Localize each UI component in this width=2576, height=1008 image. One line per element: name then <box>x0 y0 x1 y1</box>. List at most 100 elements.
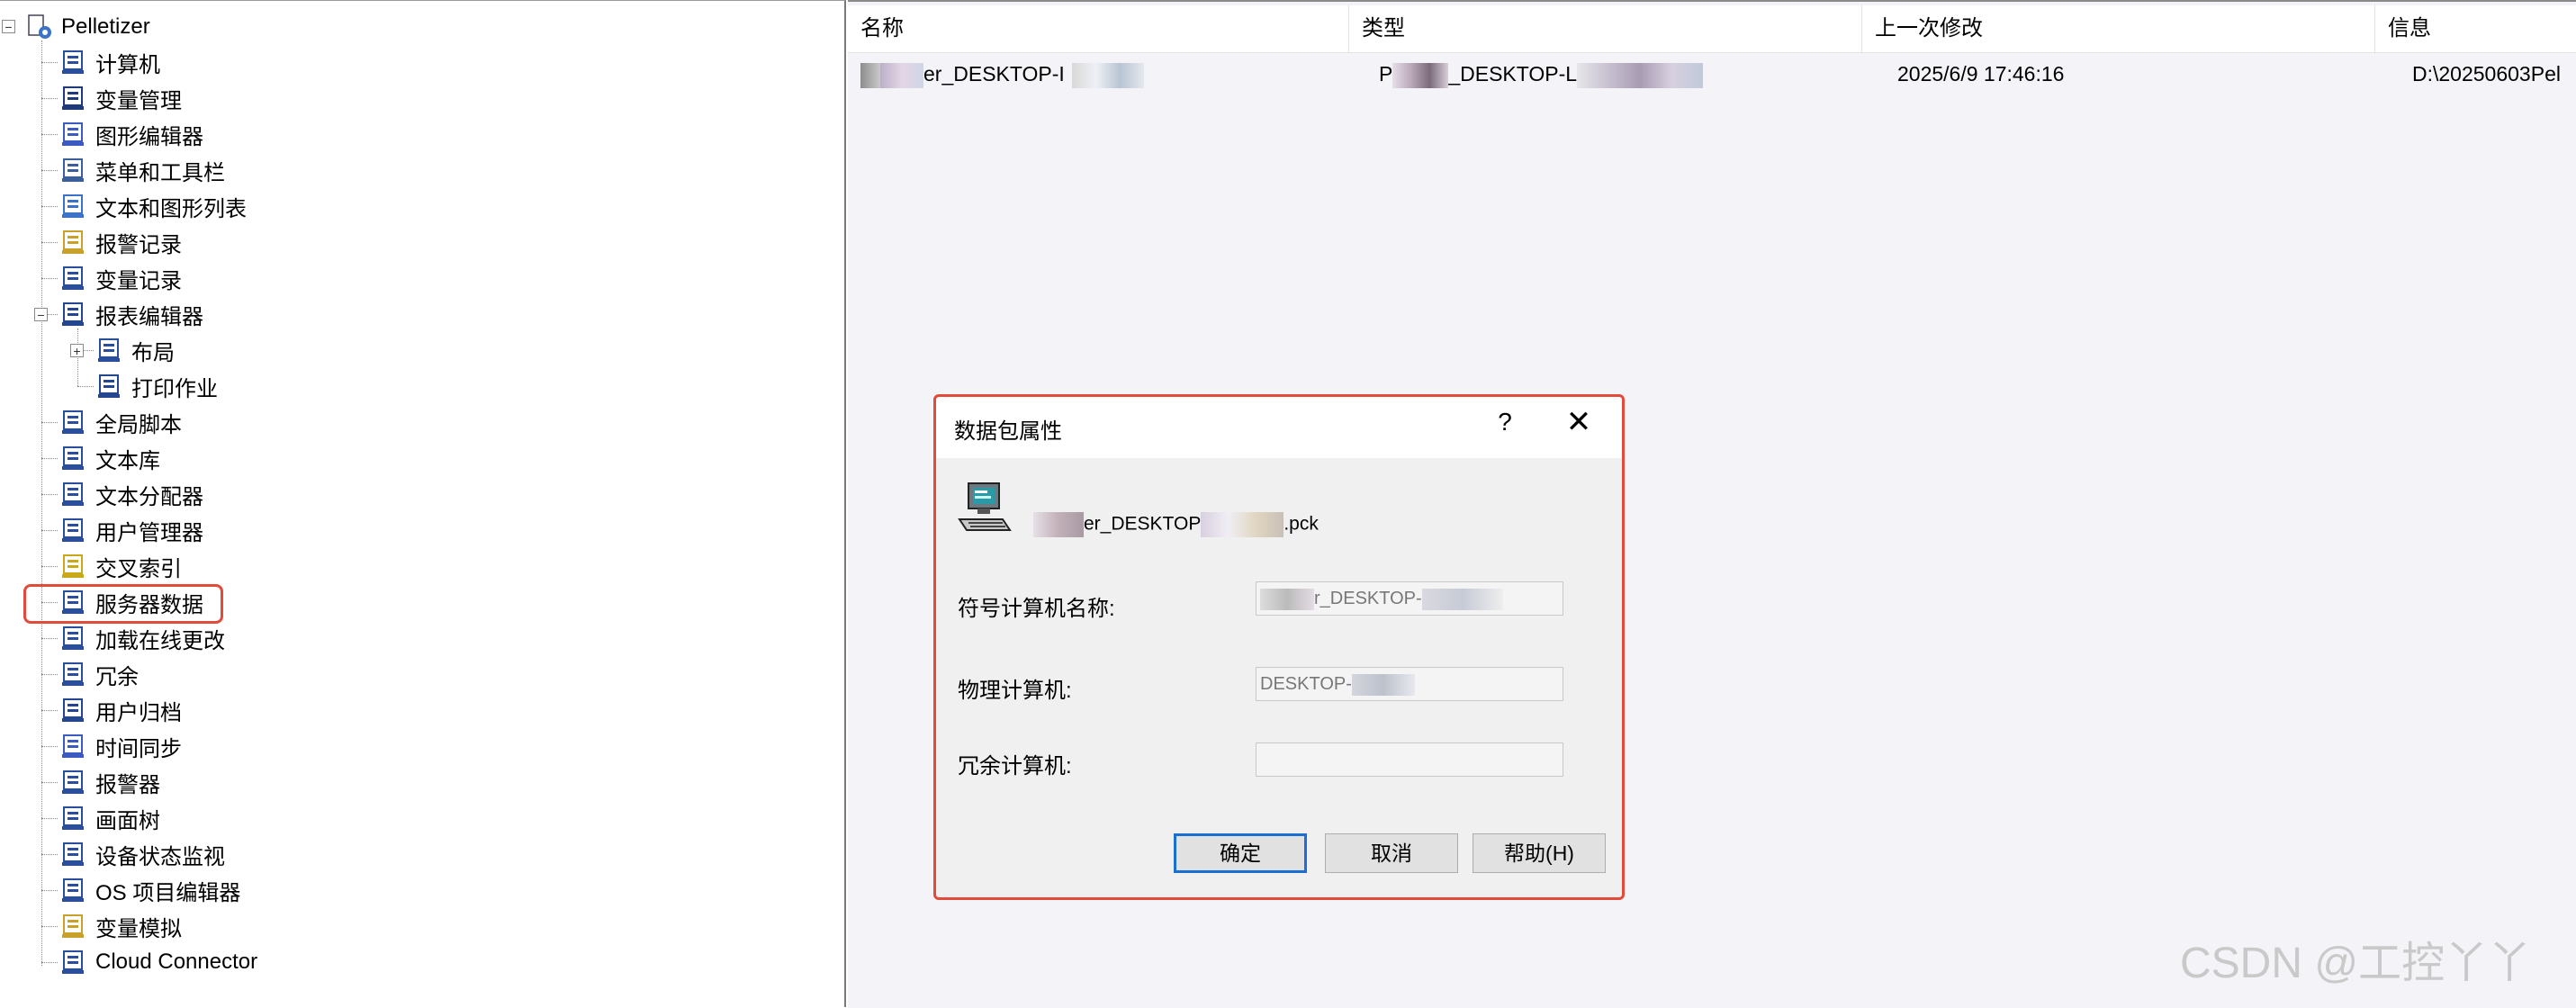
package-filename: er_DESKTOP .pck <box>1033 512 1319 537</box>
tree-item-label: 报表编辑器 <box>95 304 203 329</box>
tree-item[interactable]: 交叉索引 <box>59 548 182 584</box>
physical-computer-label: 物理计算机: <box>958 679 1072 703</box>
menu-toolbar-icon <box>59 156 88 184</box>
cross-reference-icon <box>59 552 88 580</box>
time-sync-icon <box>59 732 88 760</box>
global-script-icon <box>59 408 88 436</box>
tree-item-label: 用户归档 <box>95 700 182 725</box>
ok-button[interactable]: 确定 <box>1174 833 1307 873</box>
tree-item-label: 画面树 <box>95 808 160 833</box>
text-distributor-icon <box>59 480 88 508</box>
os-project-editor-icon <box>59 876 88 904</box>
tree-item-label: 加载在线更改 <box>95 628 225 653</box>
column-header-last-modified[interactable]: 上一次修改 <box>1862 5 2375 52</box>
symbolic-computer-name-value: r_DESKTOP- <box>1314 589 1422 608</box>
package-properties-dialog: 数据包属性 ? ✕ er_DESKTOP .pck 符号计算机名称: r_DESK… <box>933 394 1625 900</box>
tree-item[interactable]: Cloud Connector <box>59 944 257 980</box>
tree-expander-7[interactable]: − <box>34 308 48 321</box>
tag-logging-icon <box>59 264 88 292</box>
symbolic-computer-name-label: 符号计算机名称: <box>958 597 1115 621</box>
tree-item[interactable]: 时间同步 <box>59 728 182 764</box>
redundant-computer-field[interactable] <box>1256 742 1563 777</box>
tree-item-label: 图形编辑器 <box>95 124 203 149</box>
row-type-text: P <box>1379 62 1393 86</box>
tree-item-label: 时间同步 <box>95 736 182 761</box>
tree-item[interactable]: 用户归档 <box>59 692 182 728</box>
picture-tree-icon <box>59 804 88 832</box>
tree-item-label: 菜单和工具栏 <box>95 160 225 185</box>
tree-item[interactable]: 报表编辑器 <box>59 296 203 332</box>
tree-item-label: OS 项目编辑器 <box>95 880 241 905</box>
tree-item[interactable]: 打印作业 <box>95 368 218 404</box>
user-administrator-icon <box>59 516 88 544</box>
device-monitor-icon <box>59 840 88 868</box>
tree-item[interactable]: 加载在线更改 <box>59 620 225 656</box>
report-designer-icon <box>59 300 88 328</box>
computer-icon <box>59 48 88 76</box>
text-graphic-list-icon <box>59 192 88 220</box>
tree-item[interactable]: 报警器 <box>59 764 160 800</box>
tree-item[interactable]: 文本分配器 <box>59 476 203 512</box>
help-button[interactable]: 帮助(H) <box>1473 833 1606 873</box>
tree-item[interactable]: 菜单和工具栏 <box>59 152 225 188</box>
text-library-icon <box>59 444 88 472</box>
package-name-text: er_DESKTOP <box>1084 513 1202 535</box>
tree-item[interactable]: 文本库 <box>59 440 160 476</box>
server-data-highlight <box>23 584 223 624</box>
tree-item-label: 文本库 <box>95 448 160 473</box>
tree-item-label: 变量记录 <box>95 268 182 293</box>
cancel-button[interactable]: 取消 <box>1325 833 1458 873</box>
tree-item[interactable]: 变量模拟 <box>59 908 182 944</box>
tree-item[interactable]: 用户管理器 <box>59 512 203 548</box>
tree-item-label: 交叉索引 <box>95 556 182 581</box>
row-type-cell: P _DESKTOP-L <box>1379 56 1847 92</box>
tree-item[interactable]: 冗余 <box>59 656 139 692</box>
tree-item-label: 变量管理 <box>95 88 182 113</box>
layout-icon <box>95 336 124 364</box>
tree-item[interactable]: 变量记录 <box>59 260 182 296</box>
graphics-editor-icon <box>59 120 88 148</box>
tree-root-label: Pelletizer <box>61 14 150 39</box>
tree-item-label: 计算机 <box>95 52 160 77</box>
list-header: 名称 类型 上一次修改 信息 <box>848 5 2576 53</box>
tree-item[interactable]: 全局脚本 <box>59 404 182 440</box>
tree-item-label: 打印作业 <box>131 376 218 401</box>
tree-item-label: 冗余 <box>95 664 139 689</box>
physical-computer-field[interactable]: DESKTOP- <box>1256 667 1563 701</box>
tree-item[interactable]: 报警记录 <box>59 224 182 260</box>
tree-root-pelletizer[interactable]: Pelletizer <box>25 9 150 45</box>
symbolic-computer-name-field[interactable]: r_DESKTOP- <box>1256 581 1563 616</box>
redundant-computer-label: 冗余计算机: <box>958 754 1072 778</box>
tag-management-icon <box>59 84 88 112</box>
tree-item[interactable]: 设备状态监视 <box>59 836 225 872</box>
tree-item[interactable]: 图形编辑器 <box>59 116 203 152</box>
column-header-name[interactable]: 名称 <box>848 5 1349 52</box>
column-header-type[interactable]: 类型 <box>1349 5 1862 52</box>
package-ext-text: .pck <box>1283 513 1319 535</box>
help-icon[interactable]: ? <box>1487 408 1523 436</box>
tree-item-label: 全局脚本 <box>95 412 182 437</box>
package-computer-icon <box>958 480 1012 537</box>
tree-item-label: 报警器 <box>95 772 160 797</box>
csdn-watermark: CSDN @工控丫丫 <box>2180 940 2532 987</box>
tree-item-label: 报警记录 <box>95 232 182 257</box>
tree-expander-8[interactable]: + <box>70 344 84 357</box>
tree-item-label: 设备状态监视 <box>95 844 225 869</box>
row-name-cell: er_DESKTOP-I <box>860 56 1347 92</box>
root-collapse-toggle[interactable]: − <box>2 20 15 33</box>
row-name-text: er_DESKTOP-I <box>923 62 1065 86</box>
tree-item[interactable]: 变量管理 <box>59 80 182 116</box>
package-small-icon <box>860 62 880 88</box>
tree-item-label: Cloud Connector <box>95 950 258 974</box>
tree-item[interactable]: 画面树 <box>59 800 160 836</box>
row-modified-cell: 2025/6/9 17:46:16 <box>1897 62 2065 86</box>
project-icon <box>25 13 54 41</box>
column-header-info[interactable]: 信息 <box>2375 5 2576 52</box>
tag-simulator-icon <box>59 912 88 940</box>
tree-item[interactable]: OS 项目编辑器 <box>59 872 240 908</box>
user-archive-icon <box>59 696 88 724</box>
close-icon[interactable]: ✕ <box>1557 404 1600 440</box>
tree-item[interactable]: 文本和图形列表 <box>59 188 247 224</box>
tree-item[interactable]: 布局 <box>95 332 175 368</box>
tree-item[interactable]: 计算机 <box>59 44 160 80</box>
